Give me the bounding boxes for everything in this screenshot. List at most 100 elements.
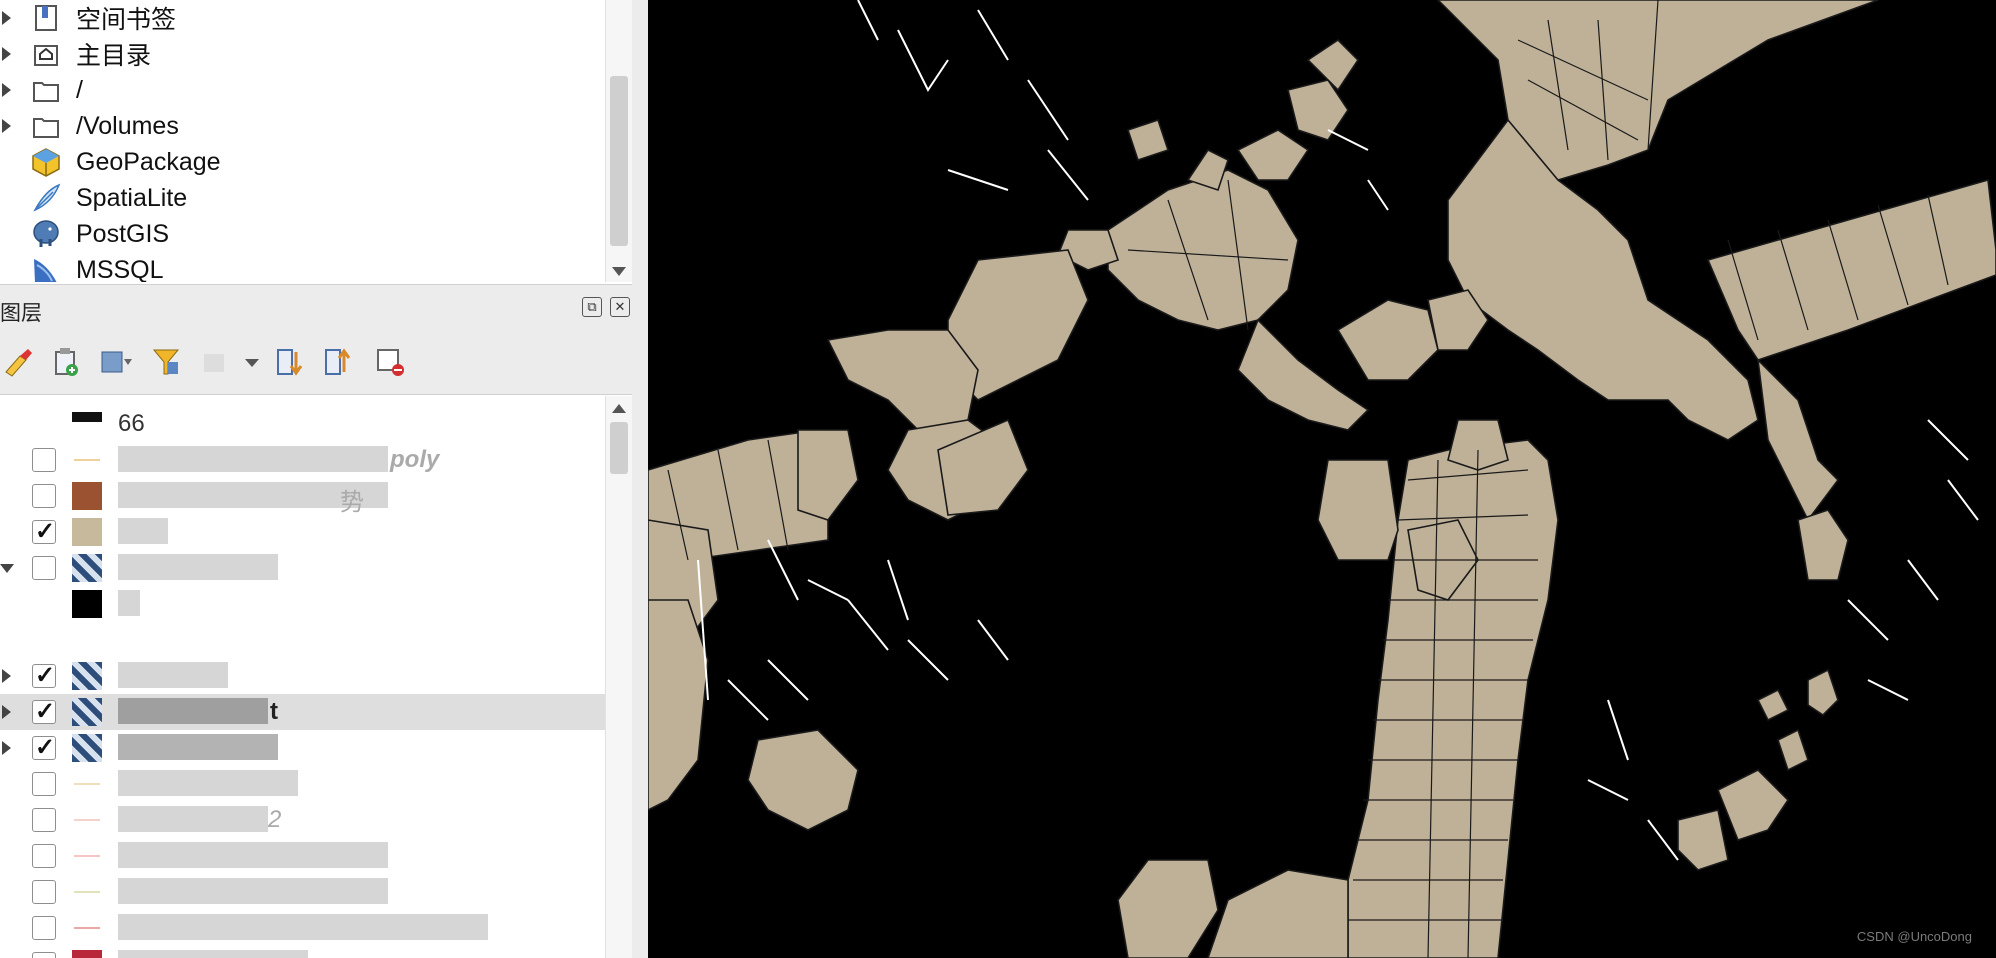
browser-item-mssql[interactable]: MSSQL [0, 252, 600, 282]
layer-row[interactable] [0, 910, 606, 946]
layer-row[interactable]: poly [0, 442, 606, 478]
expand-arrow-icon[interactable] [2, 11, 11, 25]
browser-item-label: MSSQL [76, 255, 164, 283]
line-symbol [72, 878, 102, 906]
bookmark-icon [30, 3, 62, 33]
spatialite-icon [30, 183, 62, 213]
layer-visibility-checkbox[interactable] [32, 556, 56, 580]
layer-row[interactable] [0, 658, 606, 694]
layer-visibility-checkbox[interactable] [32, 808, 56, 832]
layers-panel-title: 图层 [0, 302, 42, 325]
layer-visibility-checkbox[interactable] [32, 880, 56, 904]
layer-row[interactable] [0, 514, 606, 550]
expand-all-icon[interactable] [272, 344, 308, 380]
layer-name: t [270, 698, 278, 725]
layers-toolbar [0, 330, 632, 395]
folder-icon [30, 75, 62, 105]
layer-row[interactable]: 2 [0, 802, 606, 838]
collapse-all-icon[interactable] [320, 344, 356, 380]
redacted-text [118, 554, 278, 580]
layers-scrollbar[interactable] [605, 396, 632, 958]
expand-arrow-icon[interactable] [2, 47, 11, 61]
raster-symbol [72, 482, 102, 510]
layer-row[interactable] [0, 730, 606, 766]
expand-arrow-icon[interactable] [2, 669, 11, 683]
watermark: CSDN @UncoDong [1856, 929, 1972, 944]
layer-visibility-checkbox[interactable] [32, 517, 56, 546]
mssql-icon [30, 255, 62, 282]
redacted-text [118, 734, 278, 760]
redacted-text [118, 842, 388, 868]
scroll-up-icon[interactable] [612, 404, 626, 413]
layer-row[interactable] [0, 874, 606, 910]
browser-item-home[interactable]: 主目录 [0, 36, 600, 72]
layer-row[interactable] [0, 946, 606, 958]
browser-item-spatialite[interactable]: SpatiaLite [0, 180, 600, 216]
browser-item-label: PostGIS [76, 219, 170, 248]
scrollbar-thumb[interactable] [610, 422, 628, 474]
expand-arrow-icon[interactable] [2, 741, 11, 755]
layer-visibility-checkbox[interactable] [32, 697, 56, 726]
redacted-text [118, 806, 268, 832]
left-dock-panel: 空间书签 主目录 / /Volumes GeoPackage SpatiaLit… [0, 0, 648, 958]
line-symbol [72, 806, 102, 834]
add-group-icon[interactable] [48, 344, 84, 380]
redacted-text [118, 770, 298, 796]
browser-scrollbar[interactable] [605, 0, 632, 282]
redacted-text [118, 590, 140, 616]
layer-visibility-checkbox[interactable] [32, 916, 56, 940]
browser-item-geopackage[interactable]: GeoPackage [0, 144, 600, 180]
scrollbar-thumb[interactable] [610, 76, 628, 246]
manage-map-themes-icon[interactable] [98, 344, 134, 380]
layer-symbol [72, 412, 102, 422]
layer-visibility-checkbox[interactable] [32, 844, 56, 868]
expand-arrow-icon[interactable] [2, 705, 11, 719]
layer-visibility-checkbox[interactable] [32, 733, 56, 762]
raster-symbol [72, 662, 102, 690]
map-canvas[interactable]: CSDN @UncoDong [648, 0, 1996, 958]
layer-row[interactable] [0, 766, 606, 802]
expand-arrow-icon[interactable] [2, 119, 11, 133]
layer-name: poly [390, 446, 440, 473]
geopackage-icon [30, 147, 62, 177]
layer-visibility-checkbox[interactable] [32, 484, 56, 508]
filter-expression-icon[interactable] [196, 344, 232, 380]
layer-visibility-checkbox[interactable] [32, 448, 56, 472]
browser-panel: 空间书签 主目录 / /Volumes GeoPackage SpatiaLit… [0, 0, 632, 282]
layer-visibility-checkbox[interactable] [32, 952, 56, 958]
expand-arrow-icon[interactable] [2, 83, 11, 97]
line-symbol [72, 842, 102, 870]
filter-legend-icon[interactable] [148, 344, 184, 380]
polygon-symbol [72, 950, 102, 958]
close-panel-icon[interactable]: ✕ [610, 297, 630, 317]
layer-row-selected[interactable]: t [0, 694, 606, 730]
line-symbol [72, 770, 102, 798]
redacted-text [118, 878, 388, 904]
dropdown-arrow-icon[interactable] [234, 344, 270, 380]
browser-item-bookmarks[interactable]: 空间书签 [0, 0, 600, 36]
browser-item-postgis[interactable]: PostGIS [0, 216, 600, 252]
float-panel-icon[interactable]: ⧉ [582, 297, 602, 317]
browser-item-label: SpatiaLite [76, 183, 188, 212]
layer-visibility-checkbox[interactable] [32, 772, 56, 796]
land-parcel-polygons [648, 0, 1996, 958]
layer-row[interactable]: 66 [0, 406, 606, 442]
remove-layer-icon[interactable] [372, 344, 408, 380]
layer-row[interactable]: 势 [0, 478, 606, 516]
collapse-arrow-icon[interactable] [0, 564, 14, 573]
browser-item-root[interactable]: / [0, 72, 600, 108]
folder-icon [30, 111, 62, 141]
raster-symbol [72, 554, 102, 582]
layer-row[interactable] [0, 586, 606, 622]
browser-item-volumes[interactable]: /Volumes [0, 108, 600, 144]
panel-splitter[interactable] [632, 0, 648, 958]
redacted-text [118, 518, 168, 544]
layer-row[interactable] [0, 838, 606, 874]
scroll-down-icon[interactable] [612, 267, 626, 276]
polygon-symbol [72, 518, 102, 546]
open-layer-styling-icon[interactable] [0, 344, 36, 380]
layer-name: 66 [118, 410, 145, 437]
redacted-text [118, 698, 268, 724]
layer-group-row[interactable] [0, 550, 606, 586]
layer-visibility-checkbox[interactable] [32, 661, 56, 690]
